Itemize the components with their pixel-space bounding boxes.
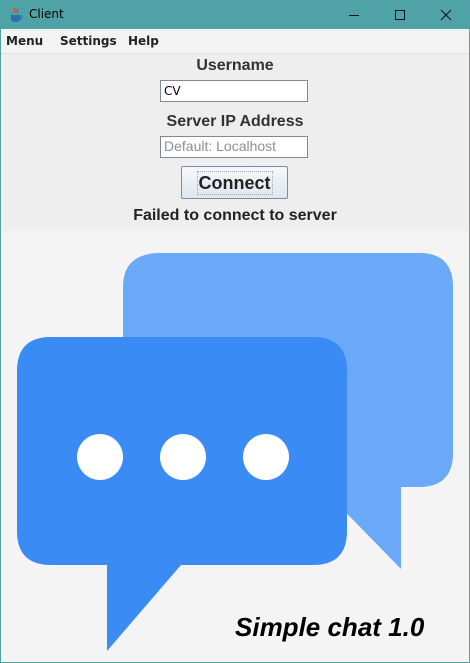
- username-field[interactable]: [160, 80, 308, 102]
- client-window: Client Menu Settings Help Username Serve…: [1, 1, 469, 662]
- typing-dot: [160, 434, 206, 480]
- menu-item-menu[interactable]: Menu: [6, 34, 43, 48]
- menu-bar: Menu Settings Help: [1, 29, 469, 54]
- maximize-icon: [395, 10, 405, 20]
- java-cup-icon: [11, 7, 23, 22]
- minimize-icon: [349, 15, 359, 16]
- close-button[interactable]: [423, 1, 469, 29]
- logo-panel: Simple chat 1.0: [1, 231, 469, 662]
- close-icon: [440, 9, 452, 21]
- server-ip-field[interactable]: [160, 136, 308, 158]
- window-title: Client: [29, 7, 64, 21]
- server-ip-label: Server IP Address: [166, 113, 304, 130]
- front-chat-bubble: [17, 337, 347, 651]
- username-label: Username: [196, 57, 274, 74]
- menu-item-help[interactable]: Help: [128, 34, 159, 48]
- app-tagline: Simple chat 1.0: [235, 612, 425, 642]
- title-bar[interactable]: Client: [1, 1, 469, 29]
- typing-dot: [77, 434, 123, 480]
- minimize-button[interactable]: [331, 1, 377, 29]
- menu-item-settings[interactable]: Settings: [60, 34, 117, 48]
- chat-bubbles-icon: [17, 253, 453, 651]
- status-message: Failed to connect to server: [133, 207, 337, 224]
- connect-button[interactable]: Connect: [181, 166, 288, 199]
- connect-button-label: Connect: [196, 170, 273, 195]
- typing-dot: [243, 434, 289, 480]
- connection-form: Username Server IP Address Connect Faile…: [1, 54, 469, 231]
- maximize-button[interactable]: [377, 1, 423, 29]
